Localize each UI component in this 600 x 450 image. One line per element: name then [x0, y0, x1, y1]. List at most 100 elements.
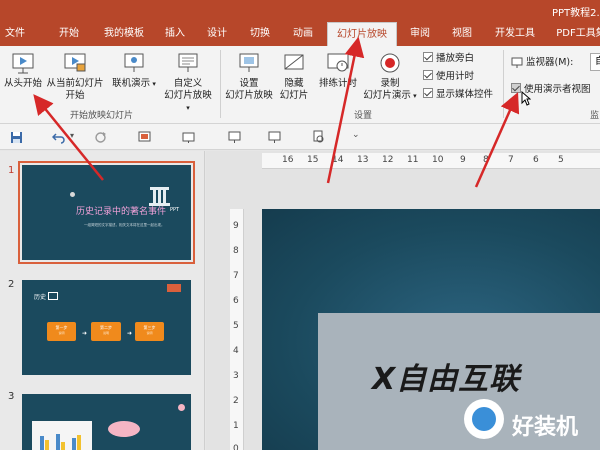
- tab-home[interactable]: 开始: [50, 22, 88, 46]
- timing-label: 使用计时: [436, 71, 475, 82]
- ribbon: 从头开始 从当前幻灯片 开始 联机演示 ▾ 自定义 幻灯片放映 ▾ 开始放映幻灯…: [0, 46, 600, 124]
- ruler-v-tick: 7: [233, 271, 239, 281]
- tab-pdf-tools[interactable]: PDF工具集: [551, 22, 600, 46]
- custom-show-label-1: 自定义: [173, 78, 203, 89]
- customize-qat-icon[interactable]: ⌄: [352, 130, 360, 140]
- tab-animations[interactable]: 动画: [284, 22, 322, 46]
- group-label-start: 开始放映幻灯片: [70, 111, 134, 121]
- start-from-beginning-icon[interactable]: [138, 131, 151, 144]
- tab-view[interactable]: 视图: [444, 22, 480, 46]
- watermark-logo-circle: [464, 399, 504, 439]
- from-start-button[interactable]: 从头开始: [1, 50, 45, 90]
- group-label-monitor: 监: [590, 111, 600, 121]
- slide-number: 3: [8, 391, 15, 402]
- tab-my-templates[interactable]: 我的模板: [96, 22, 152, 46]
- print-preview-icon[interactable]: [312, 130, 325, 144]
- record-icon: [380, 53, 400, 73]
- tab-file[interactable]: 文件: [0, 22, 30, 46]
- bar-chart-image: [32, 421, 92, 450]
- tab-developer[interactable]: 开发工具: [487, 22, 543, 46]
- rehearse-timing-button[interactable]: 排练计时: [316, 50, 360, 90]
- hide-slide-button[interactable]: 隐藏 幻灯片: [276, 50, 312, 102]
- ruler-v-tick: 2: [233, 396, 239, 406]
- setup-show-label-2: 幻灯片放映: [225, 90, 273, 101]
- ruler-h-tick: 6: [533, 155, 539, 165]
- tab-review[interactable]: 审阅: [402, 22, 438, 46]
- record-label-2: 幻灯片演示: [363, 90, 411, 101]
- custom-show-button[interactable]: 自定义 幻灯片放映 ▾: [162, 50, 214, 114]
- monitor-select[interactable]: 自动: [590, 53, 600, 71]
- ruler-h-tick: 10: [432, 155, 444, 165]
- window-title: PPT教程2.p: [552, 8, 600, 19]
- hide-slide-label-1: 隐藏: [284, 78, 304, 89]
- record-show-button[interactable]: 录制 幻灯片演示 ▾: [360, 50, 420, 102]
- monitor-icon: [511, 57, 523, 68]
- hide-slide-icon: [284, 54, 304, 70]
- tab-insert[interactable]: 插入: [156, 22, 194, 46]
- speaker-icon: [70, 192, 75, 197]
- slide-layout-icon[interactable]: [182, 131, 195, 144]
- slide-thumbnail-1[interactable]: 历史记录中的著名事件 PPT 一组简短的文字描述，相关文本将在这里一起出现。: [18, 161, 195, 264]
- speech-bubble: [108, 421, 140, 437]
- online-present-label: 联机演示: [112, 78, 151, 89]
- custom-show-label-2: 幻灯片放映: [164, 90, 212, 101]
- step-sub: 说明: [58, 331, 65, 335]
- ruler-h-tick: 9: [460, 155, 466, 165]
- ruler-h-tick: 7: [508, 155, 514, 165]
- arrow-right-icon: ➜: [127, 330, 133, 337]
- from-start-label: 从头开始: [3, 78, 42, 89]
- timing-checkbox[interactable]: 使用计时: [423, 70, 474, 83]
- ruler-v-tick: 4: [233, 346, 239, 356]
- tab-design[interactable]: 设计: [198, 22, 236, 46]
- redo-icon[interactable]: [94, 131, 107, 144]
- narration-checkbox[interactable]: 播放旁白: [423, 52, 474, 65]
- narration-label: 播放旁白: [436, 53, 475, 64]
- ribbon-tabs: 文件 开始 我的模板 插入 设计 切换 动画 幻灯片放映 审阅 视图 开发工具 …: [0, 22, 600, 46]
- online-present-icon: [124, 53, 144, 72]
- setup-show-button[interactable]: 设置 幻灯片放映: [223, 50, 275, 102]
- presentation-icon[interactable]: [228, 131, 241, 144]
- ruler-h-tick: 16: [282, 155, 294, 165]
- tab-slideshow[interactable]: 幻灯片放映: [327, 22, 397, 46]
- setup-show-label-1: 设置: [239, 78, 259, 89]
- ruler-v-tick: 9: [233, 221, 239, 231]
- online-present-button[interactable]: 联机演示 ▾: [110, 50, 158, 90]
- horizontal-ruler: 16 15 14 13 12 11 10 9 8 7 6 5: [262, 153, 600, 169]
- arrow-right-icon: ➜: [82, 330, 88, 337]
- from-current-button[interactable]: 从当前幻灯片 开始: [44, 50, 106, 102]
- ruler-h-tick: 11: [407, 155, 419, 165]
- logo-mark: [167, 284, 181, 292]
- chart-icon: [48, 292, 58, 300]
- save-icon[interactable]: [10, 131, 23, 144]
- watermark-logo: X自由互联: [372, 362, 521, 397]
- media-controls-checkbox[interactable]: 显示媒体控件: [423, 88, 493, 101]
- ribbon-separator: [503, 50, 504, 118]
- tab-transitions[interactable]: 切换: [241, 22, 279, 46]
- step-sub: 说明: [146, 331, 153, 335]
- slide-thumbnail-3[interactable]: [22, 394, 191, 450]
- mouse-cursor-icon: [521, 91, 531, 106]
- slide-canvas[interactable]: X自由互联 好装机: [262, 209, 600, 450]
- hide-slide-label-2: 幻灯片: [279, 90, 309, 101]
- slide1-title: 历史记录中的著名事件: [76, 207, 167, 217]
- play-current-icon: [64, 53, 86, 72]
- setup-show-icon: [239, 53, 259, 72]
- quick-access-toolbar: ▾ ⌄: [0, 124, 600, 150]
- ruler-v-tick: 0: [233, 444, 239, 450]
- monitor-value: 自动: [595, 56, 600, 67]
- media-controls-label: 显示媒体控件: [436, 89, 494, 100]
- slide-editor: 16 15 14 13 12 11 10 9 8 7 6 5 9 8 7 6 5…: [206, 151, 600, 450]
- from-current-label-1: 从当前幻灯片: [46, 78, 104, 89]
- slide-number: 2: [8, 279, 15, 290]
- undo-dropdown-icon[interactable]: ▾: [70, 131, 74, 140]
- step-sub: 说明: [102, 331, 109, 335]
- monitor-label: 监视器(M):: [526, 57, 574, 68]
- step-box: 第一步 说明: [47, 322, 76, 341]
- rehearse-timing-label: 排练计时: [318, 78, 357, 89]
- slide-thumbnail-2[interactable]: 历史 第一步 说明 ➜ 第二步 说明 ➜ 第三步 说明: [22, 280, 191, 375]
- undo-icon[interactable]: [52, 131, 66, 144]
- monitor-icon[interactable]: [268, 131, 281, 144]
- title-bar: PPT教程2.p: [0, 0, 600, 22]
- ribbon-separator: [220, 50, 221, 118]
- watermark-site: 好装机: [512, 415, 579, 440]
